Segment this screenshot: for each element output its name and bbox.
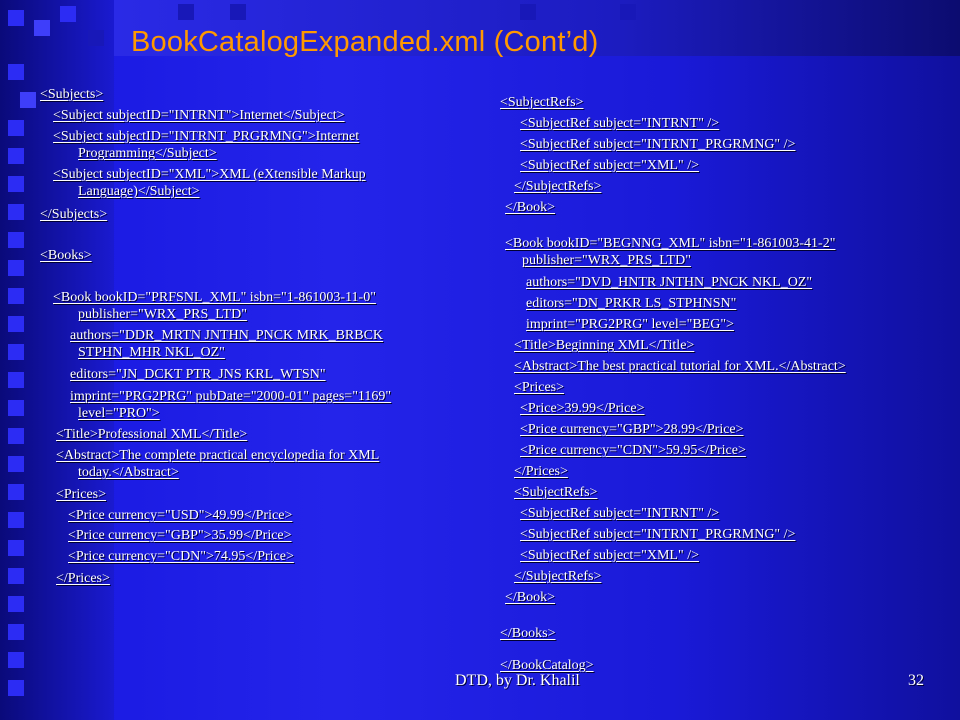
- code-line: <Book bookID="BEGNNG_XML" isbn="1-861003…: [505, 236, 836, 251]
- code-line: <Price currency="USD">49.99</Price>: [68, 508, 293, 523]
- code-line: <Price>39.99</Price>: [520, 401, 645, 416]
- code-line: editors="JN_DCKT PTR_JNS KRL_WTSN": [70, 367, 326, 382]
- code-line: </Prices>: [56, 571, 110, 586]
- code-line: </Subjects>: [40, 207, 108, 222]
- code-line: imprint="PRG2PRG" level="BEG">: [526, 317, 734, 332]
- code-line: STPHN_MHR NKL_OZ": [78, 345, 225, 360]
- code-line: <Price currency="GBP">28.99</Price>: [520, 422, 744, 437]
- code-line: <SubjectRef subject="XML" />: [520, 158, 699, 173]
- code-line: <Subject subjectID="INTRNT">Internet</Su…: [53, 108, 345, 123]
- code-line: </BookCatalog>: [500, 658, 594, 673]
- code-line: <SubjectRefs>: [514, 485, 598, 500]
- code-line: <Prices>: [514, 380, 565, 395]
- code-line: publisher="WRX_PRS_LTD": [522, 253, 691, 268]
- code-line: </Book>: [505, 200, 556, 215]
- code-line: <Books>: [40, 248, 92, 263]
- code-line: </Books>: [500, 626, 556, 641]
- code-line: <Title>Beginning XML</Title>: [514, 338, 695, 353]
- code-line: </SubjectRefs>: [514, 569, 602, 584]
- code-line: <Price currency="CDN">59.95</Price>: [520, 443, 746, 458]
- code-line: <Price currency="GBP">35.99</Price>: [68, 528, 292, 543]
- code-line: authors="DDR_MRTN JNTHN_PNCK MRK_BRBCK: [70, 328, 384, 343]
- code-line: level="PRO">: [78, 406, 160, 421]
- code-line: <Subject subjectID="INTRNT_PRGRMNG">Inte…: [53, 129, 360, 144]
- code-line: <SubjectRef subject="INTRNT" />: [520, 506, 720, 521]
- code-line: <Prices>: [56, 487, 107, 502]
- code-line: <Subjects>: [40, 87, 104, 102]
- code-line: Language)</Subject>: [78, 184, 200, 199]
- slide-title: BookCatalogExpanded.xml (Cont’d): [131, 26, 599, 58]
- code-line: authors="DVD_HNTR JNTHN_PNCK NKL_OZ": [526, 275, 813, 290]
- code-line: </Prices>: [514, 464, 568, 479]
- code-line: <SubjectRef subject="XML" />: [520, 548, 699, 563]
- code-line: <Title>Professional XML</Title>: [56, 427, 248, 442]
- code-line: <Abstract>The best practical tutorial fo…: [514, 359, 846, 374]
- code-line: <Book bookID="PRFSNL_XML" isbn="1-861003…: [53, 290, 376, 305]
- footer-author: DTD, by Dr. Khalil: [455, 672, 580, 689]
- code-line: today.</Abstract>: [78, 465, 179, 480]
- code-line: <SubjectRefs>: [500, 95, 584, 110]
- code-line: </SubjectRefs>: [514, 179, 602, 194]
- code-line: Programming</Subject>: [78, 146, 217, 161]
- code-line: <Abstract>The complete practical encyclo…: [56, 448, 380, 463]
- code-line: imprint="PRG2PRG" pubDate="2000-01" page…: [70, 389, 392, 404]
- code-line: </Book>: [505, 590, 556, 605]
- code-line: <SubjectRef subject="INTRNT_PRGRMNG" />: [520, 137, 796, 152]
- code-line: <SubjectRef subject="INTRNT_PRGRMNG" />: [520, 527, 796, 542]
- code-line: <Price currency="CDN">74.95</Price>: [68, 549, 294, 564]
- code-line: editors="DN_PRKR LS_STPHNSN": [526, 296, 737, 311]
- page-number: 32: [908, 672, 924, 689]
- code-line: <Subject subjectID="XML">XML (eXtensible…: [53, 167, 366, 182]
- code-line: <SubjectRef subject="INTRNT" />: [520, 116, 720, 131]
- code-line: publisher="WRX_PRS_LTD": [78, 307, 247, 322]
